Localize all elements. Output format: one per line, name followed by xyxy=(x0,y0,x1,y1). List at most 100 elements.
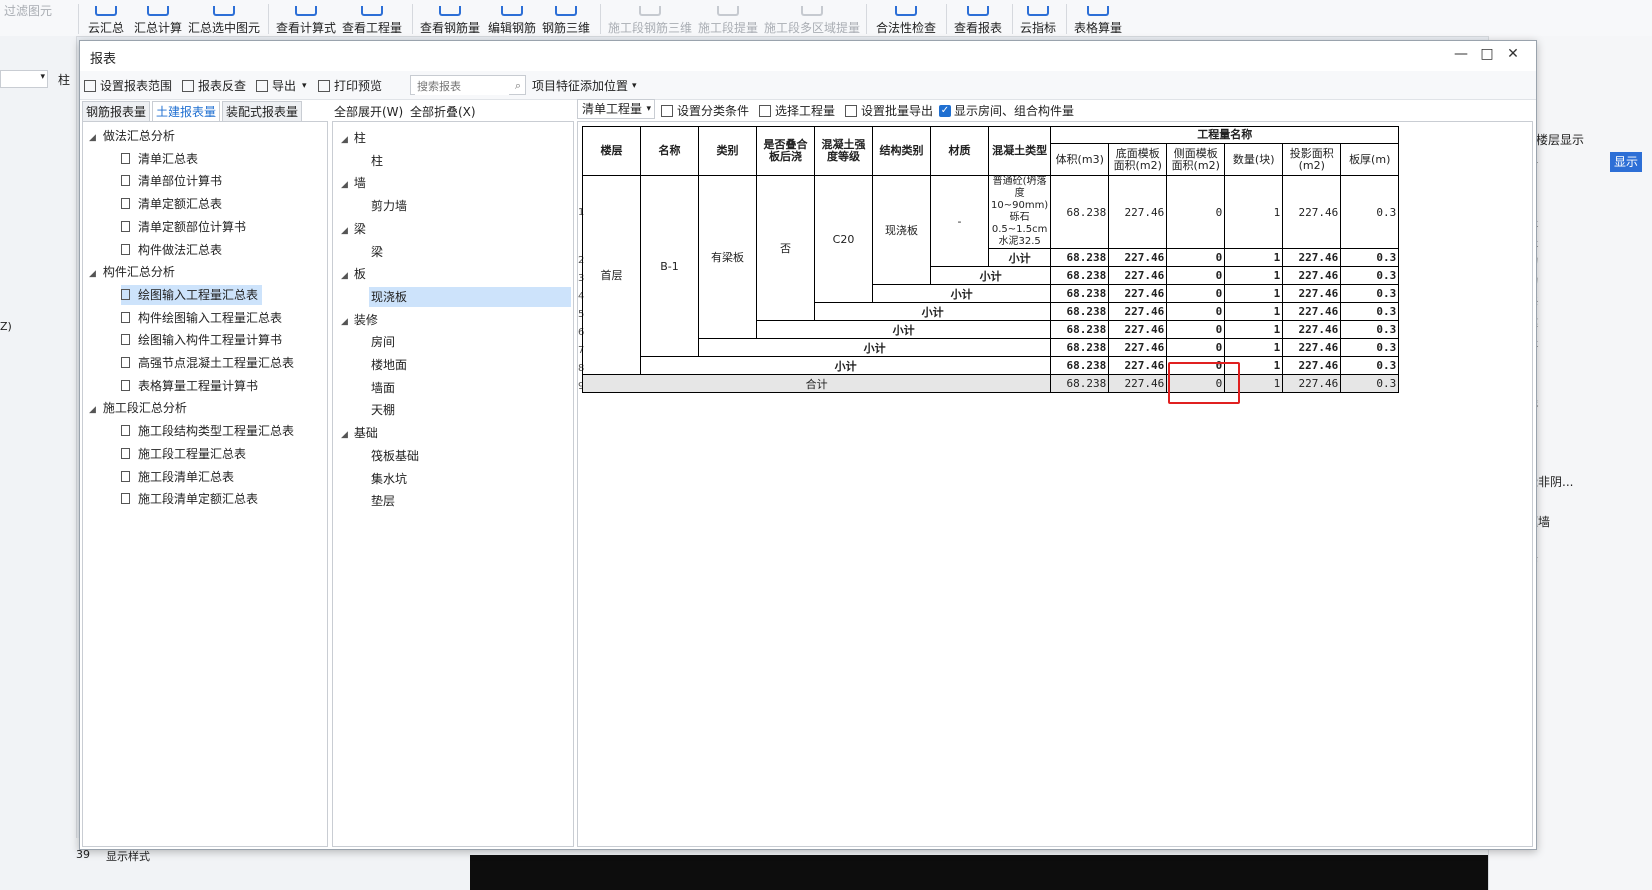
close-icon[interactable]: ✕ xyxy=(1502,46,1524,66)
tree-group[interactable]: ◢ 施工段汇总分析 xyxy=(89,398,187,418)
tree-item[interactable]: 构件做法汇总表 xyxy=(121,240,222,260)
summary-calc-button[interactable]: 汇总计算 xyxy=(134,0,182,36)
tree-item[interactable]: 现浇板 xyxy=(369,286,571,307)
floor-dropdown[interactable]: ▾ xyxy=(0,70,48,88)
tree-group[interactable]: ◢ 梁 xyxy=(341,219,366,239)
table-calc-button[interactable]: 表格算量 xyxy=(1074,0,1122,36)
expand-arrow-icon[interactable]: ◢ xyxy=(89,264,99,284)
set-category-button[interactable]: 设置分类条件 xyxy=(661,102,749,119)
quantity-type-select[interactable]: 清单工程量 ▾ xyxy=(577,99,655,119)
tree-item[interactable]: 垫层 xyxy=(371,491,395,511)
tab-prefab-report[interactable]: 装配式报表量 xyxy=(222,101,302,121)
document-icon xyxy=(121,220,130,232)
rebar-3d-button[interactable]: 钢筋三维 xyxy=(542,0,590,36)
batch-export-button[interactable]: 设置批量导出 xyxy=(845,102,933,119)
cell-bottom-formwork: 227.46 xyxy=(1108,284,1168,303)
tree-item[interactable]: 房间 xyxy=(371,332,395,352)
expand-arrow-icon[interactable]: ◢ xyxy=(341,180,348,190)
tree-item[interactable]: 楼地面 xyxy=(371,355,407,375)
tree-item[interactable]: 表格算量工程量计算书 xyxy=(121,376,258,396)
toolbar-separator xyxy=(1066,4,1067,34)
cell-volume: 68.238 xyxy=(1050,284,1110,303)
cube-icon xyxy=(639,6,661,16)
minimize-icon[interactable]: — xyxy=(1450,46,1472,66)
maximize-icon[interactable]: □ xyxy=(1476,46,1498,66)
expand-arrow-icon[interactable]: ◢ xyxy=(341,430,348,440)
expand-arrow-icon[interactable]: ◢ xyxy=(341,135,348,145)
tab-floor-display[interactable]: 楼层显示 xyxy=(1536,130,1584,150)
tree-group[interactable]: ◢ 柱 xyxy=(341,128,366,148)
tree-item[interactable]: 梁 xyxy=(371,242,383,262)
cell-count: 1 xyxy=(1224,266,1284,285)
search-icon[interactable]: ⌕ xyxy=(515,79,521,93)
tree-item[interactable]: 绘图输入工程量汇总表 xyxy=(121,284,263,305)
tree-item[interactable]: 清单汇总表 xyxy=(121,149,198,169)
tree-group[interactable]: ◢ 装修 xyxy=(341,310,378,330)
tree-item[interactable]: 清单定额部位计算书 xyxy=(121,217,246,237)
toolbar-separator xyxy=(600,4,601,34)
expand-all-button[interactable]: 全部展开(W) xyxy=(334,103,403,120)
collapse-all-button[interactable]: 全部折叠(X) xyxy=(410,103,476,120)
tree-group[interactable]: ◢ 构件汇总分析 xyxy=(89,262,175,282)
edit-rebar-button[interactable]: 编辑钢筋 xyxy=(488,0,536,36)
view-quantity-button[interactable]: 查看工程量 xyxy=(342,0,402,36)
tree-item[interactable]: 天棚 xyxy=(371,400,395,420)
tab-rebar-report[interactable]: 钢筋报表量 xyxy=(82,101,150,121)
tree-item[interactable]: 构件绘图输入工程量汇总表 xyxy=(121,308,282,328)
header-thickness: 板厚(m) xyxy=(1340,143,1400,176)
expand-arrow-icon[interactable]: ◢ xyxy=(89,128,99,148)
tree-item[interactable]: 剪力墙 xyxy=(371,196,407,216)
tree-item[interactable]: 筏板基础 xyxy=(371,446,419,466)
report-check-button[interactable]: 报表反查 xyxy=(182,77,246,94)
expand-arrow-icon[interactable]: ◢ xyxy=(341,317,348,327)
tab-civil-report[interactable]: 土建报表量 xyxy=(152,101,220,121)
tree-item[interactable]: 施工段结构类型工程量汇总表 xyxy=(121,421,294,441)
section-extract-button[interactable]: 施工段提量 xyxy=(698,0,758,36)
select-project-button[interactable]: 选择工程量 xyxy=(759,102,835,119)
show-rooms-checkbox[interactable]: ✓ 显示房间、组合构件量 xyxy=(939,102,1074,119)
item-feature-position-dropdown[interactable]: 项目特征添加位置 ▾ xyxy=(532,77,637,94)
search-report-box[interactable]: ⌕ xyxy=(410,75,526,95)
print-preview-button[interactable]: 打印预览 xyxy=(318,77,382,94)
expand-arrow-icon[interactable]: ◢ xyxy=(89,400,99,420)
tree-label: 构件绘图输入工程量汇总表 xyxy=(138,310,283,325)
tree-group[interactable]: ◢ 做法汇总分析 xyxy=(89,126,175,146)
export-button[interactable]: 导出 ▾ xyxy=(256,77,307,94)
tree-item[interactable]: 绘图输入构件工程量计算书 xyxy=(121,330,282,350)
tree-group[interactable]: ◢ 基础 xyxy=(341,423,378,443)
expand-arrow-icon[interactable]: ◢ xyxy=(341,226,348,236)
tree-item[interactable]: 墙面 xyxy=(371,378,395,398)
tree-item[interactable]: 清单部位计算书 xyxy=(121,171,222,191)
tree-item[interactable]: 集水坑 xyxy=(371,469,407,489)
tree-item[interactable]: 施工段清单定额汇总表 xyxy=(121,489,258,509)
tree-group[interactable]: ◢ 墙 xyxy=(341,173,366,193)
set-report-range-button[interactable]: 设置报表范围 xyxy=(84,77,172,94)
filter-elements-button[interactable]: 过滤图元 xyxy=(4,0,52,38)
show-header[interactable]: 显示 xyxy=(1610,152,1643,172)
validity-check-button[interactable]: 合法性检查 xyxy=(876,0,936,36)
tree-item[interactable]: 高强节点混凝土工程量汇总表 xyxy=(121,353,294,373)
middle-panel-header: 全部展开(W) 全部折叠(X) xyxy=(332,99,572,121)
cloud-index-button[interactable]: 云指标 xyxy=(1020,0,1056,36)
dialog-title: 报表 xyxy=(90,52,117,67)
header-count: 数量(块) xyxy=(1224,143,1284,176)
tree-item[interactable]: 清单定额汇总表 xyxy=(121,194,222,214)
table-icon xyxy=(1087,6,1109,16)
tree-label: 清单部位计算书 xyxy=(138,174,223,189)
tree-item[interactable]: 柱 xyxy=(371,151,383,171)
cell-side-formwork: 0 xyxy=(1166,338,1226,357)
tree-label: 清单定额汇总表 xyxy=(138,197,223,212)
view-formula-button[interactable]: 查看计算式 xyxy=(276,0,336,36)
search-report-input[interactable] xyxy=(415,77,509,95)
expand-arrow-icon[interactable]: ◢ xyxy=(341,271,348,281)
drawing-canvas[interactable] xyxy=(470,855,1488,890)
cloud-summary-button[interactable]: 云汇总 xyxy=(88,0,124,36)
summary-selected-button[interactable]: 汇总选中图元 xyxy=(188,0,260,36)
section-rebar-3d-button[interactable]: 施工段钢筋三维 xyxy=(608,0,692,36)
view-report-button[interactable]: 查看报表 xyxy=(954,0,1002,36)
tree-group[interactable]: ◢ 板 xyxy=(341,264,366,284)
view-rebar-button[interactable]: 查看钢筋量 xyxy=(420,0,480,36)
section-multi-extract-button[interactable]: 施工段多区域提量 xyxy=(764,0,860,36)
tree-item[interactable]: 施工段清单汇总表 xyxy=(121,467,234,487)
tree-item[interactable]: 施工段工程量汇总表 xyxy=(121,444,246,464)
